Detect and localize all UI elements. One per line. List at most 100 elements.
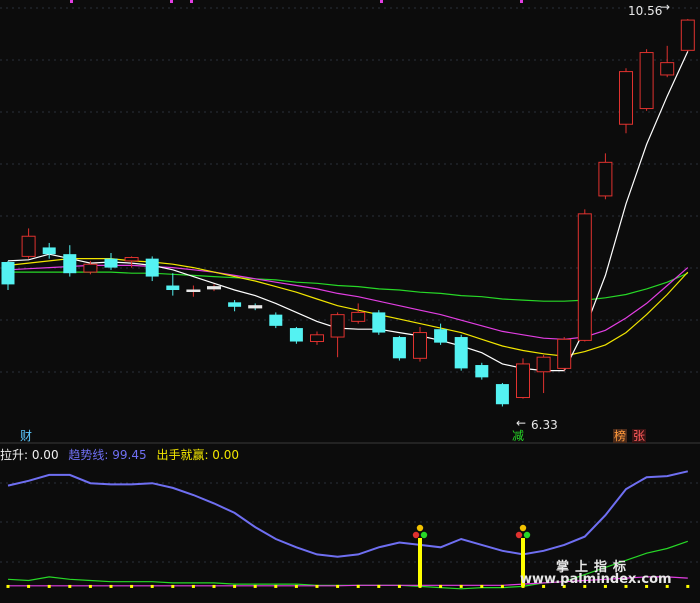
win-dot bbox=[294, 584, 298, 588]
candle-body bbox=[186, 289, 201, 292]
legend-win: 出手就赢: 0.00 bbox=[156, 448, 240, 462]
candle-body bbox=[577, 213, 592, 341]
candle bbox=[392, 335, 406, 361]
candle bbox=[680, 18, 695, 52]
win-dot bbox=[336, 584, 340, 588]
event-tag-rank[interactable]: 榜 bbox=[613, 429, 628, 443]
candle-body bbox=[104, 258, 118, 268]
candle-body bbox=[516, 363, 530, 399]
candle bbox=[1, 260, 15, 290]
candle-body bbox=[639, 52, 654, 110]
top-tick bbox=[380, 0, 383, 3]
signal-dot-left bbox=[515, 531, 523, 539]
candle-body bbox=[124, 257, 139, 262]
win-dot bbox=[686, 584, 690, 588]
top-tick bbox=[170, 0, 173, 3]
low-price-label: 6.33 bbox=[531, 418, 558, 432]
candle-body bbox=[145, 258, 159, 277]
candle-body bbox=[660, 62, 675, 76]
candle bbox=[63, 245, 77, 277]
indicator-grid bbox=[0, 482, 700, 563]
win-dot bbox=[109, 584, 113, 588]
low-arrow-icon: ← bbox=[516, 416, 527, 430]
win-dot bbox=[130, 584, 134, 588]
candle-body bbox=[495, 384, 509, 405]
top-tick bbox=[520, 0, 523, 3]
candle bbox=[454, 334, 468, 371]
candle-body bbox=[392, 337, 406, 359]
win-dot bbox=[150, 584, 154, 588]
candle bbox=[639, 49, 654, 111]
candle bbox=[495, 382, 509, 407]
candle bbox=[577, 209, 592, 342]
candle-body bbox=[21, 235, 36, 257]
watermark-url: www.palmindex.com bbox=[520, 572, 672, 587]
win-dot bbox=[88, 584, 92, 588]
high-price-label: 10.56 bbox=[628, 4, 663, 18]
win-dot bbox=[459, 584, 463, 588]
candle bbox=[42, 242, 56, 259]
price-grid bbox=[0, 0, 700, 373]
win-dot bbox=[315, 584, 319, 588]
win-dot bbox=[68, 584, 72, 588]
candle bbox=[619, 68, 633, 134]
candle bbox=[289, 326, 303, 344]
candle-body bbox=[598, 161, 613, 197]
top-tick bbox=[70, 0, 73, 3]
event-tag-left[interactable]: 财 bbox=[19, 429, 33, 443]
signal-dot-top bbox=[416, 524, 424, 532]
win-dot bbox=[191, 584, 195, 588]
win-dot bbox=[480, 584, 484, 588]
candle-body bbox=[42, 247, 56, 255]
win-dot bbox=[274, 584, 278, 588]
candle-body bbox=[83, 263, 98, 273]
candle bbox=[104, 253, 118, 270]
candle-body bbox=[248, 305, 263, 309]
win-dot bbox=[233, 584, 237, 588]
candle-body bbox=[454, 337, 468, 369]
candle bbox=[228, 300, 242, 312]
top-tick bbox=[190, 0, 193, 3]
legend-trend: 趋势线: 99.45 bbox=[68, 448, 147, 462]
candle-body bbox=[63, 254, 77, 274]
candle bbox=[248, 303, 263, 311]
candle bbox=[21, 228, 36, 259]
event-tag-mid[interactable]: 减 bbox=[511, 429, 525, 443]
candle-body bbox=[351, 311, 366, 322]
candle-body bbox=[372, 312, 386, 333]
kline-chart[interactable] bbox=[0, 0, 700, 603]
win-dot bbox=[253, 584, 257, 588]
signal-dot-right bbox=[420, 531, 428, 539]
win-dot bbox=[6, 584, 10, 588]
legend-lashing: 拉升: 0.00 bbox=[0, 448, 59, 462]
candle bbox=[166, 273, 180, 296]
win-dot bbox=[212, 584, 216, 588]
candle-body bbox=[680, 19, 695, 51]
candle-body bbox=[310, 334, 324, 343]
candle-body bbox=[166, 285, 180, 290]
candle-body bbox=[475, 365, 489, 378]
candle bbox=[186, 285, 201, 297]
event-tag-limit[interactable]: 张 bbox=[632, 429, 647, 443]
candle bbox=[330, 312, 345, 358]
candle-body bbox=[269, 314, 283, 326]
candle-body bbox=[207, 286, 221, 290]
candle bbox=[413, 326, 427, 362]
win-dot bbox=[47, 584, 51, 588]
signal-dot-top bbox=[519, 524, 527, 532]
signal-markers bbox=[412, 524, 531, 587]
win-dot bbox=[356, 584, 360, 588]
candle bbox=[660, 45, 675, 78]
high-arrow-icon: → bbox=[660, 0, 671, 14]
win-dot bbox=[439, 584, 443, 588]
candle-body bbox=[413, 332, 427, 359]
candle-body bbox=[536, 356, 551, 373]
candle bbox=[516, 358, 530, 399]
signal-dot-left bbox=[412, 531, 420, 539]
trend-line bbox=[7, 470, 689, 558]
win-dot bbox=[500, 584, 504, 588]
candle bbox=[310, 331, 324, 345]
candle bbox=[536, 354, 551, 394]
candle bbox=[372, 310, 386, 335]
signal-bar bbox=[418, 538, 422, 587]
